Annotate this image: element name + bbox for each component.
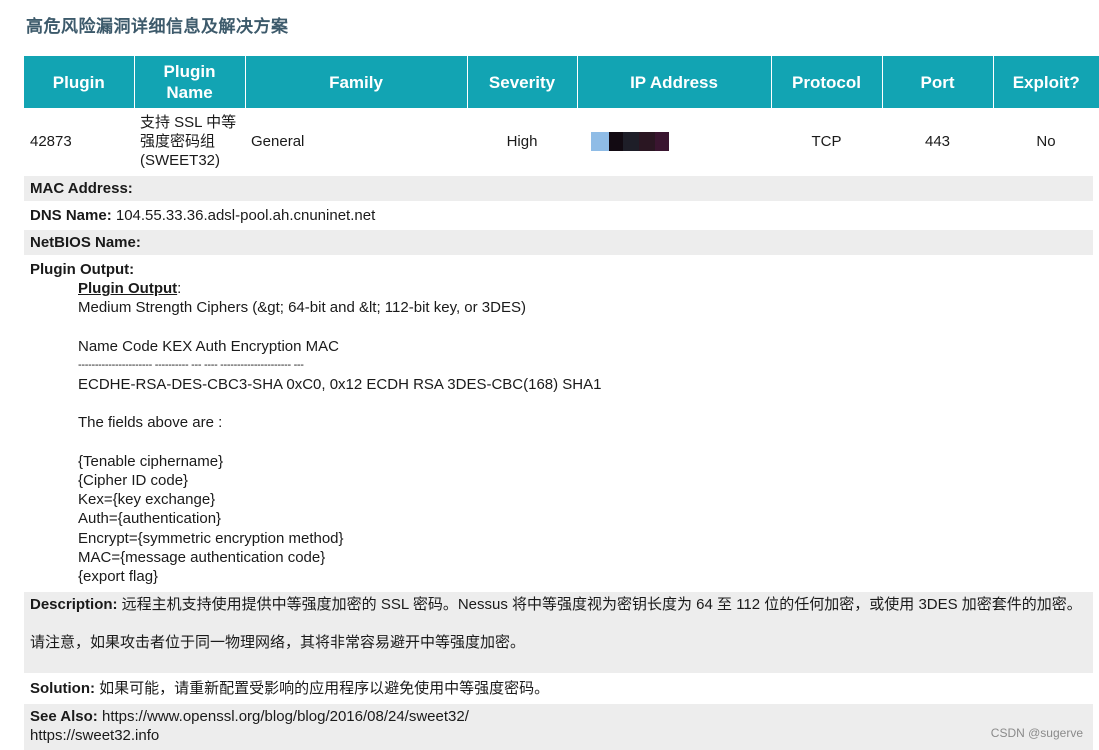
description-note: 请注意，如果攻击者位于同一物理网络，其将非常容易避开中等强度加密。 <box>30 634 526 651</box>
table-header-row: Plugin Plugin Name Family Severity IP Ad… <box>24 56 1099 108</box>
plugin-output-block: Plugin Output: Medium Strength Ciphers (… <box>78 279 601 586</box>
plugin-output-line: Name Code KEX Auth Encryption MAC <box>78 337 339 355</box>
see-also-label: See Also: <box>30 708 98 725</box>
plugin-output-line <box>78 394 601 413</box>
plugin-output-line: MAC={message authentication code} <box>78 548 326 566</box>
redaction-segment <box>591 131 609 151</box>
vulnerability-table: Plugin Plugin Name Family Severity IP Ad… <box>24 56 1099 174</box>
description-label: Description: <box>30 596 118 613</box>
plugin-output-line: Encrypt={symmetric encryption method} <box>78 529 344 547</box>
plugin-output-line: Medium Strength Ciphers (&gt; 64-bit and… <box>78 299 526 317</box>
watermark: CSDN @sugerve <box>990 726 1083 740</box>
redaction-segment <box>623 131 639 151</box>
see-also-row: See Also: https://www.openssl.org/blog/b… <box>24 704 1093 750</box>
plugin-output-label: Plugin Output: <box>30 261 135 278</box>
netbios-name-label: NetBIOS Name: <box>30 234 141 251</box>
plugin-output-heading: Plugin Output: <box>78 280 182 297</box>
col-header-ip-address: IP Address <box>577 56 772 108</box>
dns-name-value: 104.55.33.36.adsl-pool.ah.cnuninet.net <box>115 207 376 224</box>
cell-plugin-name: 支持 SSL 中等强度密码组 (SWEET32) <box>140 113 237 169</box>
page-title: 高危风险漏洞详细信息及解决方案 <box>26 17 289 36</box>
see-also-link[interactable]: https://www.openssl.org/blog/blog/2016/0… <box>98 708 469 725</box>
plugin-output-line: Auth={authentication} <box>78 510 222 528</box>
plugin-output-line: Kex={key exchange} <box>78 491 216 509</box>
col-header-protocol: Protocol <box>771 56 883 108</box>
solution-row: Solution: 如果可能，请重新配置受影响的应用程序以避免使用中等强度密码。 <box>24 676 1093 701</box>
plugin-output-line: ECDHE-RSA-DES-CBC3-SHA 0xC0, 0x12 ECDH R… <box>78 376 602 393</box>
cell-port: 443 <box>924 132 951 150</box>
redaction-segment <box>609 131 623 151</box>
cell-plugin-id: 42873 <box>30 132 72 150</box>
redaction-segment <box>655 131 669 151</box>
cell-exploit: No <box>1036 132 1056 150</box>
description-row: Description: 远程主机支持使用提供中等强度加密的 SSL 密码。Ne… <box>24 592 1093 673</box>
cell-family: General <box>251 132 305 150</box>
mac-address-label: MAC Address: <box>30 180 133 197</box>
col-header-plugin-name: Plugin Name <box>134 56 246 108</box>
plugin-output-line: {export flag} <box>78 568 159 585</box>
plugin-output-line: ---------------------- ---------- --- --… <box>78 358 304 371</box>
plugin-output-line <box>78 317 601 336</box>
plugin-output-line: The fields above are : <box>78 414 223 432</box>
redacted-ip-block <box>591 131 669 151</box>
solution-text: 如果可能，请重新配置受影响的应用程序以避免使用中等强度密码。 <box>94 680 550 697</box>
cell-severity: High <box>506 132 538 150</box>
table-row: 42873 支持 SSL 中等强度密码组 (SWEET32) General H… <box>24 108 1099 174</box>
col-header-port: Port <box>882 56 994 108</box>
dns-name-row: DNS Name: 104.55.33.36.adsl-pool.ah.cnun… <box>24 203 1093 228</box>
mac-address-row: MAC Address: <box>24 176 1093 201</box>
col-header-family: Family <box>245 56 468 108</box>
cell-ip-address <box>577 108 771 174</box>
plugin-output-line: {Tenable ciphername} <box>78 452 224 470</box>
col-header-plugin: Plugin <box>24 56 135 108</box>
dns-name-label: DNS Name: <box>30 207 112 224</box>
plugin-output-line <box>78 433 601 452</box>
plugin-output-line: {Cipher ID code} <box>78 471 189 489</box>
solution-label: Solution: <box>30 680 95 697</box>
cell-protocol: TCP <box>811 132 842 150</box>
description-text: Description: 远程主机支持使用提供中等强度加密的 SSL 密码。Ne… <box>30 596 1082 613</box>
redaction-segment <box>639 131 655 151</box>
see-also-link[interactable]: https://sweet32.info <box>30 726 1087 745</box>
col-header-severity: Severity <box>467 56 578 108</box>
netbios-name-row: NetBIOS Name: <box>24 230 1093 255</box>
col-header-exploit: Exploit? <box>993 56 1099 108</box>
